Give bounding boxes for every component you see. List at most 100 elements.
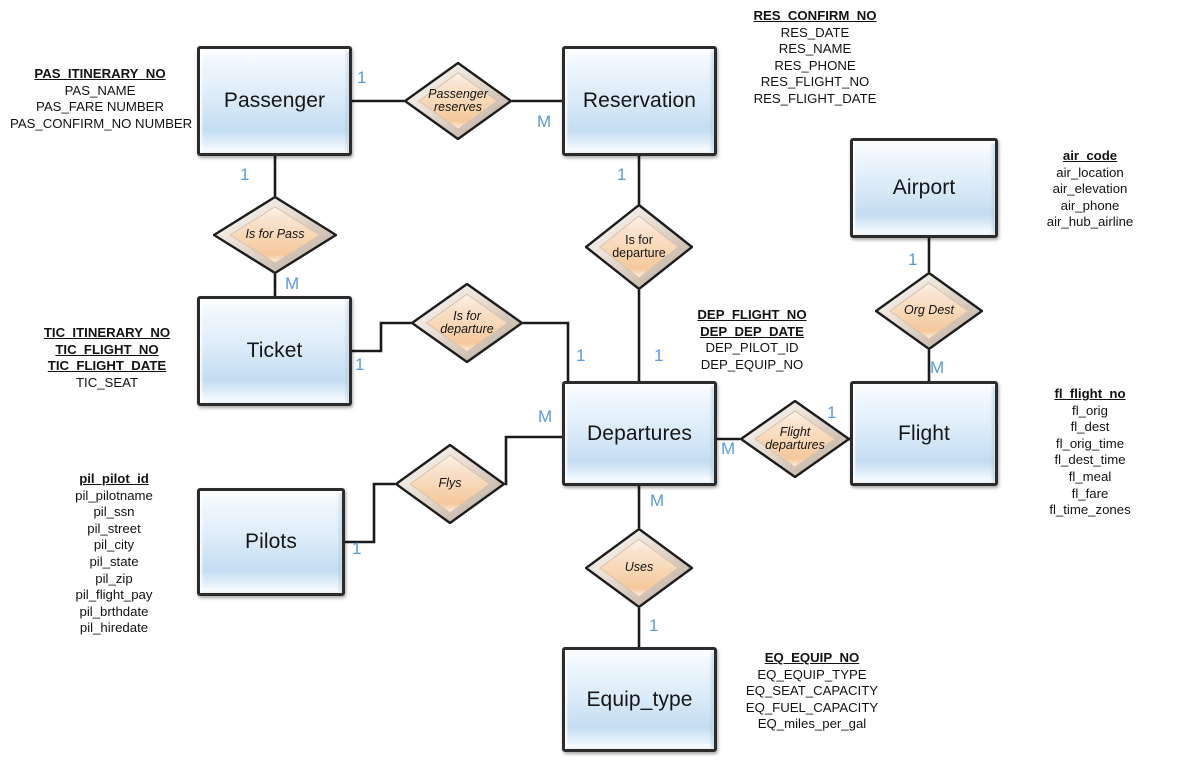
attribute: EQ_FUEL_CAPACITY <box>745 699 879 715</box>
primary-key-attribute: TIC_FLIGHT_NO <box>55 341 159 357</box>
primary-key-attribute: RES_CONFIRM_NO <box>753 8 877 23</box>
attribute: DEP_EQUIP_NO <box>700 356 804 372</box>
entity-pilots[interactable]: Pilots <box>197 488 345 596</box>
attribute-list-airport-attrs: air_code air_location air_elevation air_pho… <box>1010 148 1170 231</box>
cardinality-card-reservation-reserves-m: M <box>537 112 552 131</box>
primary-key-attribute: TIC_ITINERARY_NO <box>43 325 171 340</box>
entity-flight[interactable]: Flight <box>850 381 998 486</box>
attribute-list-passenger-attrs: PAS_ITINERARY_NO PAS_NAME PAS_FARE NUMBER P… <box>10 66 193 132</box>
attribute: RES_FLIGHT_DATE <box>753 90 877 106</box>
attribute: RES_FLIGHT_NO <box>760 74 870 90</box>
cardinality-card-passenger-isforpass-1: 1 <box>240 165 250 184</box>
cardinality-card-departures-isfordep-res-1: 1 <box>654 346 664 365</box>
cardinality-card-departures-uses-m: M <box>650 491 665 510</box>
relationship-flys[interactable]: Flys <box>395 444 505 524</box>
attribute: pil_pilotname <box>75 487 153 503</box>
attribute: PAS_FARE NUMBER <box>36 99 164 115</box>
diamond-shape <box>585 204 693 290</box>
entity-airport[interactable]: Airport <box>850 138 998 238</box>
attribute-list-ticket-attrs: TIC_ITINERARY_NO TIC_FLIGHT_NO TIC_FLIGHT_… <box>22 325 192 391</box>
attribute: fl_dest <box>1070 419 1110 435</box>
entity-label: Passenger <box>223 89 326 112</box>
relationship-is-for-pass[interactable]: Is for Pass <box>213 196 337 274</box>
attribute: RES_NAME <box>778 41 852 57</box>
er-diagram-canvas: Passenger Reservation Airport Ticket Departu… <box>0 0 1177 770</box>
primary-key-attribute: EQ_EQUIP_NO <box>764 650 860 665</box>
primary-key-attribute: TIC_FLIGHT_DATE <box>47 358 167 374</box>
primary-key-attribute: DEP_DEP_DATE <box>700 323 804 339</box>
attribute: pil_zip <box>95 570 133 586</box>
attribute: pil_brthdate <box>79 603 149 619</box>
primary-key-attribute: PAS_ITINERARY_NO <box>34 66 166 81</box>
attribute: pil_street <box>87 520 141 536</box>
cardinality-card-flight-flightdep-1: 1 <box>827 403 837 422</box>
cardinality-card-departures-flys-m: M <box>538 407 553 426</box>
attribute-list-departures-attrs: DEP_FLIGHT_NO DEP_DEP_DATE DEP_PILOT_ID DEP… <box>672 307 832 373</box>
attribute: RES_DATE <box>780 24 850 40</box>
attribute: fl_orig <box>1072 402 1108 418</box>
attribute: fl_dest_time <box>1054 452 1126 468</box>
attribute: air_elevation <box>1052 181 1128 197</box>
entity-ticket[interactable]: Ticket <box>197 296 352 406</box>
entity-label: Pilots <box>245 530 297 553</box>
attribute: fl_meal <box>1068 468 1112 484</box>
cardinality-card-departures-flightdep-m: M <box>721 439 736 458</box>
cardinality-card-airport-orgdest-1: 1 <box>908 250 918 269</box>
entity-label: Reservation <box>582 89 697 112</box>
attribute: fl_time_zones <box>1049 502 1131 518</box>
entity-departures[interactable]: Departures <box>562 381 717 486</box>
relationship-uses[interactable]: Uses <box>585 528 693 608</box>
entity-equip_type[interactable]: Equip_type <box>562 647 717 752</box>
cardinality-card-pilots-flys-1: 1 <box>352 539 362 558</box>
attribute-list-pilots-attrs: pil_pilot_id pil_pilotname pil_ssn pil_stre… <box>34 471 194 637</box>
relationship-org-dest[interactable]: Org Dest <box>875 272 983 350</box>
diamond-shape <box>411 283 523 363</box>
attribute: fl_orig_time <box>1055 435 1125 451</box>
cardinality-card-flight-orgdest-m: M <box>930 358 945 377</box>
attribute: PAS_CONFIRM_NO NUMBER <box>10 115 193 131</box>
attribute: EQ_SEAT_CAPACITY <box>745 683 879 699</box>
diamond-shape <box>395 444 505 524</box>
attribute: EQ_miles_per_gal <box>757 716 867 732</box>
primary-key-attribute: air_code <box>1062 148 1118 163</box>
entity-label: Departures <box>587 421 692 445</box>
attribute: pil_city <box>93 537 135 553</box>
relationship-passenger-reserves[interactable]: Passenger reserves <box>404 62 512 140</box>
attribute: TIC_SEAT <box>75 374 139 390</box>
entity-passenger[interactable]: Passenger <box>197 46 352 156</box>
entity-label: Equip_type <box>586 687 693 711</box>
attribute: pil_flight_pay <box>75 587 153 603</box>
diamond-shape <box>404 62 512 140</box>
attribute: air_phone <box>1060 197 1120 213</box>
primary-key-attribute: fl_flight_no <box>1054 386 1126 401</box>
cardinality-card-ticket-isfordep-1: 1 <box>355 355 365 374</box>
relationship-is-for-departure-res[interactable]: Is for departure <box>585 204 693 290</box>
cardinality-card-passenger-reserves-1: 1 <box>357 68 367 87</box>
attribute-list-equip-type-attrs: EQ_EQUIP_NO EQ_EQUIP_TYPE EQ_SEAT_CAPACITY… <box>722 650 902 733</box>
attribute: air_location <box>1056 164 1124 180</box>
attribute: PAS_NAME <box>64 82 136 98</box>
primary-key-attribute: DEP_FLIGHT_NO <box>697 307 807 322</box>
attribute-list-flight-attrs: fl_flight_no fl_orig fl_dest fl_orig_time fl… <box>1010 386 1170 519</box>
attribute: DEP_PILOT_ID <box>705 340 799 356</box>
cardinality-card-reservation-isfordep-1: 1 <box>617 165 627 184</box>
attribute: pil_hiredate <box>79 620 149 636</box>
diamond-shape <box>213 196 337 274</box>
diamond-shape <box>875 272 983 350</box>
cardinality-card-departures-isfordep-tic-1: 1 <box>576 346 586 365</box>
cardinality-card-equip-uses-1: 1 <box>649 616 659 635</box>
attribute: fl_fare <box>1071 485 1109 501</box>
attribute: pil_state <box>89 553 139 569</box>
entity-label: Ticket <box>246 339 303 362</box>
attribute-list-reservation-attrs: RES_CONFIRM_NO RES_DATE RES_NAME RES_PHONE R… <box>715 8 915 108</box>
primary-key-attribute: pil_pilot_id <box>79 471 149 486</box>
cardinality-card-ticket-isforpass-m: M <box>285 274 300 293</box>
entity-label: Flight <box>898 421 950 445</box>
relationship-is-for-departure-tic[interactable]: Is for departure <box>411 283 523 363</box>
diamond-shape <box>585 528 693 608</box>
attribute: pil_ssn <box>93 504 135 520</box>
attribute: EQ_EQUIP_TYPE <box>757 666 867 682</box>
attribute: RES_PHONE <box>774 57 856 73</box>
entity-reservation[interactable]: Reservation <box>562 46 717 156</box>
entity-label: Airport <box>892 176 956 199</box>
